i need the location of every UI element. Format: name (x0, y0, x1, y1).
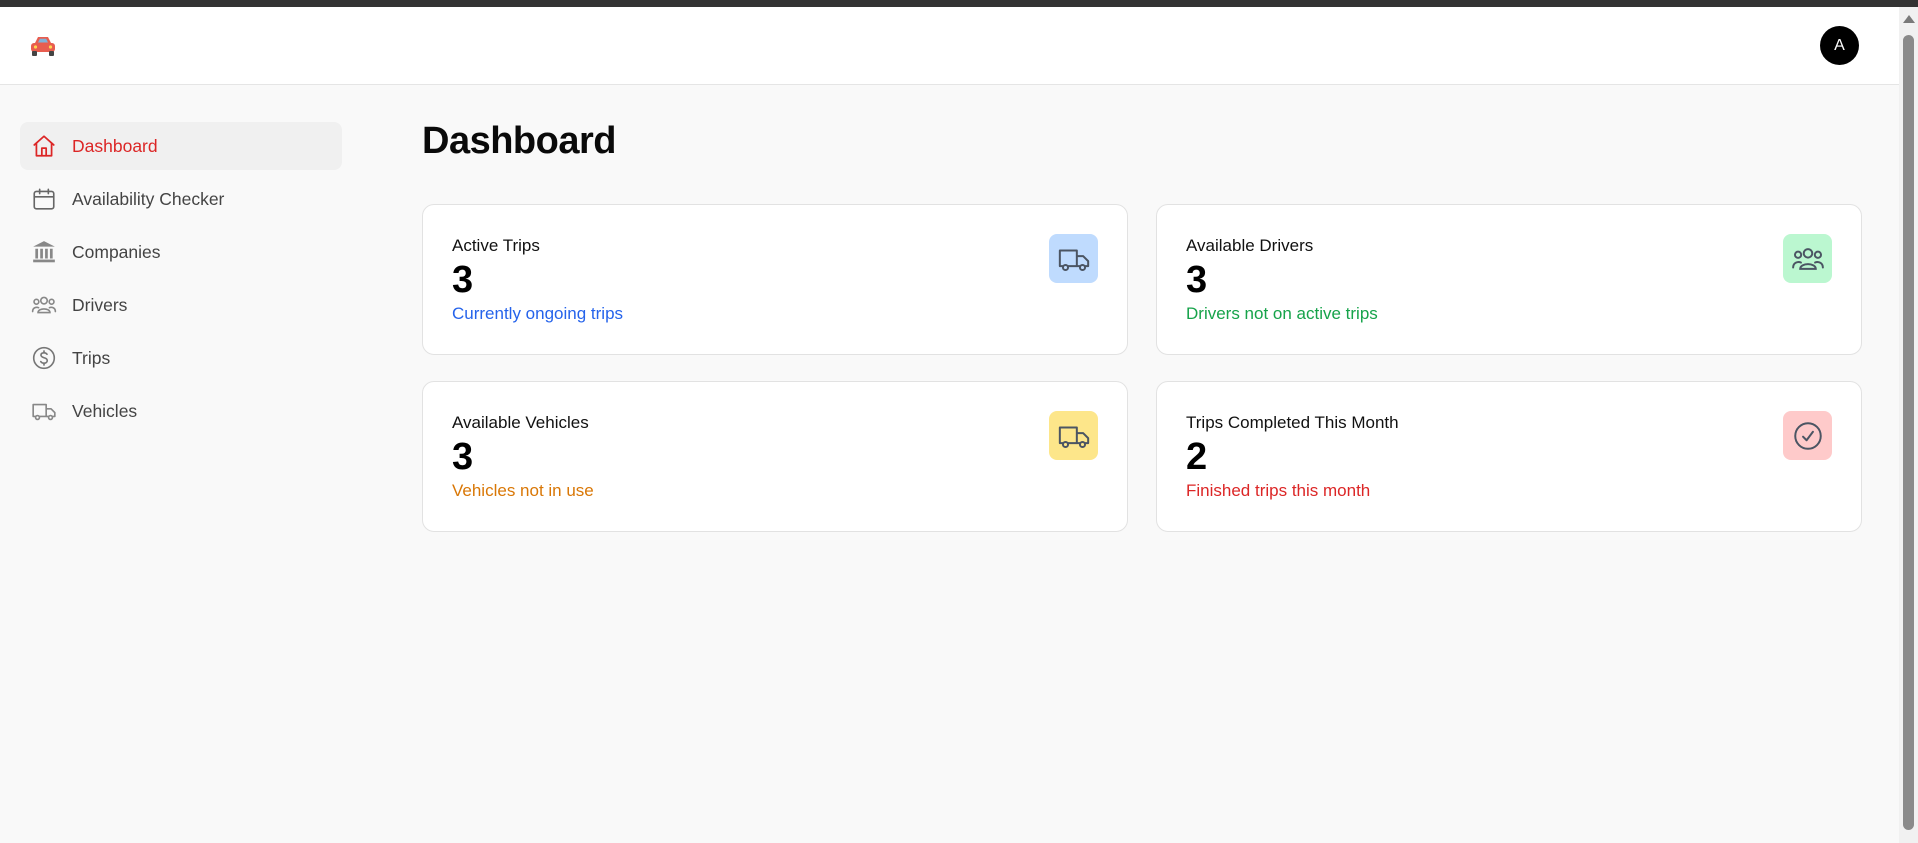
stat-card-available-vehicles[interactable]: Available Vehicles 3 Vehicles not in use (422, 381, 1128, 532)
sidebar-item-vehicles[interactable]: Vehicles (20, 387, 342, 435)
avatar[interactable]: A (1820, 26, 1859, 65)
users-icon (30, 291, 58, 319)
sidebar-item-dashboard[interactable]: Dashboard (20, 122, 342, 170)
page-title: Dashboard (422, 120, 616, 162)
bank-icon (30, 238, 58, 266)
card-subtitle: Drivers not on active trips (1186, 304, 1378, 323)
sidebar-item-label: Companies (72, 241, 161, 262)
sidebar-item-availability-checker[interactable]: Availability Checker (20, 175, 342, 223)
card-subtitle: Currently ongoing trips (452, 304, 624, 323)
check-circle-icon (1783, 411, 1832, 460)
card-subtitle: Vehicles not in use (452, 481, 594, 500)
browser-top-strip (0, 0, 1918, 7)
sidebar-item-trips[interactable]: Trips (20, 334, 342, 382)
card-title: Available Vehicles (452, 413, 589, 432)
sidebar-item-label: Availability Checker (72, 188, 225, 209)
scrollbar[interactable] (1899, 7, 1918, 843)
scrollbar-thumb[interactable] (1903, 35, 1914, 830)
sidebar-item-label: Trips (72, 347, 111, 368)
sidebar-item-drivers[interactable]: Drivers (20, 281, 342, 329)
card-value: 2 (1186, 436, 1208, 478)
car-icon[interactable] (28, 34, 58, 58)
sidebar-item-label: Dashboard (72, 135, 158, 156)
sidebar-item-label: Drivers (72, 294, 128, 315)
dollar-circle-icon (30, 344, 58, 372)
card-value: 3 (1186, 259, 1208, 301)
truck-icon (30, 397, 58, 425)
truck-icon (1049, 411, 1098, 460)
card-subtitle: Finished trips this month (1186, 481, 1371, 500)
card-title: Available Drivers (1186, 236, 1314, 255)
home-icon (30, 132, 58, 160)
card-value: 3 (452, 436, 474, 478)
card-title: Trips Completed This Month (1186, 413, 1399, 432)
stat-card-trips-completed[interactable]: Trips Completed This Month 2 Finished tr… (1156, 381, 1862, 532)
users-icon (1783, 234, 1832, 283)
scroll-up-arrow-icon[interactable] (1903, 15, 1915, 23)
card-value: 3 (452, 259, 474, 301)
stat-card-active-trips[interactable]: Active Trips 3 Currently ongoing trips (422, 204, 1128, 355)
sidebar-item-companies[interactable]: Companies (20, 228, 342, 276)
sidebar-nav: Dashboard Availability Checker Companies (20, 122, 342, 440)
app-header: A (0, 7, 1899, 85)
card-title: Active Trips (452, 236, 540, 255)
sidebar-item-label: Vehicles (72, 400, 138, 421)
truck-icon (1049, 234, 1098, 283)
stat-card-available-drivers[interactable]: Available Drivers 3 Drivers not on activ… (1156, 204, 1862, 355)
calendar-icon (30, 185, 58, 213)
